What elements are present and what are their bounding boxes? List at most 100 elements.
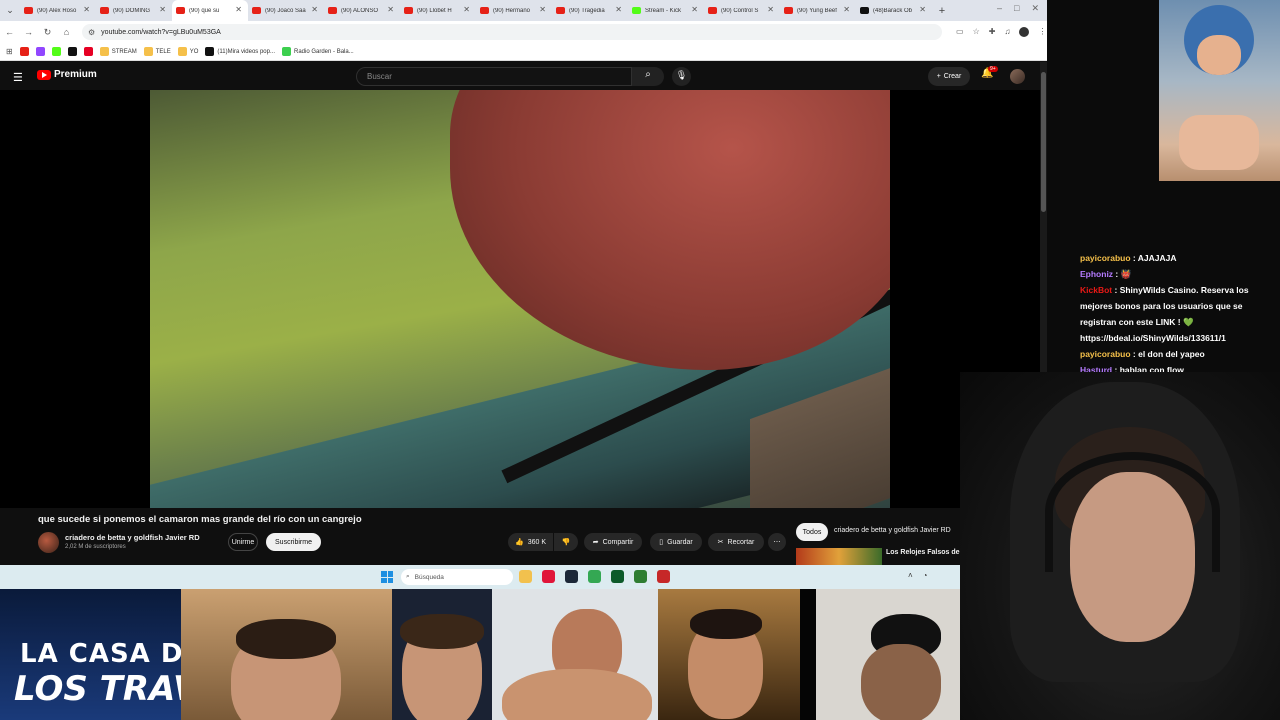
browser-tab[interactable]: (90) ALONSO ✕ bbox=[324, 0, 400, 21]
profile-icon[interactable] bbox=[1019, 27, 1030, 37]
bookmark-item[interactable] bbox=[35, 47, 45, 56]
browser-tab[interactable]: (90) Joaco Saa ✕ bbox=[248, 0, 324, 21]
opera-icon[interactable] bbox=[542, 570, 555, 583]
video-player[interactable] bbox=[0, 90, 1040, 508]
app-red-icon[interactable] bbox=[657, 570, 670, 583]
close-tab-icon[interactable]: ✕ bbox=[235, 5, 242, 14]
close-tab-icon[interactable]: ✕ bbox=[83, 5, 90, 14]
browser-tab[interactable]: (90) DOMING ✕ bbox=[96, 0, 172, 21]
chat-username[interactable]: KickBot bbox=[1080, 285, 1112, 295]
close-tab-icon[interactable]: ✕ bbox=[919, 5, 926, 14]
folder-icon bbox=[99, 47, 109, 56]
youtube-logo[interactable]: Premium bbox=[37, 69, 97, 80]
clip-button[interactable]: ✂ Recortar bbox=[708, 533, 764, 551]
more-actions-icon[interactable]: ⋯ bbox=[768, 533, 786, 551]
system-tray: ˄ ◔ bbox=[908, 571, 928, 580]
channel-avatar[interactable] bbox=[38, 532, 59, 553]
bookmark-item[interactable] bbox=[83, 47, 93, 56]
bookmark-item[interactable]: YO bbox=[177, 47, 198, 56]
file-explorer-icon[interactable] bbox=[519, 570, 532, 583]
reload-icon[interactable]: ↻ bbox=[38, 27, 57, 38]
browser-tab[interactable]: (48)Barack Ob ✕ bbox=[856, 0, 932, 21]
browser-tab[interactable]: (90) Alex Roso ✕ bbox=[20, 0, 96, 21]
close-tab-icon[interactable]: ✕ bbox=[615, 5, 622, 14]
close-window-icon[interactable]: ✕ bbox=[1031, 3, 1039, 14]
bookmark-item[interactable]: TELE bbox=[143, 47, 171, 56]
close-tab-icon[interactable]: ✕ bbox=[387, 5, 394, 14]
channel-name[interactable]: criadero de betta y goldfish Javier RD bbox=[65, 533, 200, 542]
browser-tab[interactable]: (90) Yung Beef ✕ bbox=[780, 0, 856, 21]
close-tab-icon[interactable]: ✕ bbox=[691, 5, 698, 14]
browser-tab[interactable]: (90) Llobet H ✕ bbox=[400, 0, 476, 21]
browser-tab[interactable]: (90) Hermano ✕ bbox=[476, 0, 552, 21]
close-tab-icon[interactable]: ✕ bbox=[463, 5, 470, 14]
bookmark-item[interactable] bbox=[67, 47, 77, 56]
forward-icon[interactable]: → bbox=[19, 27, 38, 37]
back-icon[interactable]: ← bbox=[0, 27, 19, 37]
tray-app-icon[interactable]: ◔ bbox=[923, 571, 928, 580]
bookmark-item[interactable] bbox=[51, 47, 61, 56]
scrollbar-thumb[interactable] bbox=[1041, 72, 1046, 212]
cast-icon[interactable]: ▭ bbox=[956, 27, 964, 37]
chat-username[interactable]: payicorabuo bbox=[1080, 349, 1131, 359]
new-tab-button[interactable]: + bbox=[932, 5, 952, 17]
youtube-icon bbox=[480, 7, 489, 14]
bookmark-item[interactable]: STREAM bbox=[99, 47, 137, 56]
chat-text: 👹 bbox=[1120, 269, 1132, 279]
bookmark-item[interactable]: (11)Mira videos pop... bbox=[205, 47, 275, 56]
browser-tab[interactable]: (90) Control S ✕ bbox=[704, 0, 780, 21]
site-info-icon[interactable]: ⚙ bbox=[88, 28, 95, 37]
url-field[interactable]: ⚙ youtube.com/watch?v=gLBu0uM53GA bbox=[82, 24, 942, 40]
minimize-icon[interactable]: – bbox=[997, 3, 1002, 14]
chip-all[interactable]: Todos bbox=[796, 523, 828, 541]
dislike-button[interactable]: 👎 bbox=[554, 533, 578, 551]
bookmark-item[interactable]: Radio Garden - Bala... bbox=[282, 47, 354, 56]
tray-expand-icon[interactable]: ˄ bbox=[908, 571, 913, 580]
chip-channel[interactable]: criadero de betta y goldfish Javier RD bbox=[834, 527, 951, 534]
browser-menu-icon[interactable]: ⋮ bbox=[1038, 27, 1046, 37]
extensions-icon[interactable]: ✚ bbox=[989, 27, 996, 37]
maximize-icon[interactable]: □ bbox=[1014, 3, 1019, 14]
account-avatar[interactable] bbox=[1010, 69, 1025, 84]
windows-start-icon[interactable] bbox=[381, 571, 393, 583]
media-icon[interactable]: ♫ bbox=[1004, 27, 1010, 37]
close-tab-icon[interactable]: ✕ bbox=[843, 5, 850, 14]
browser-tab[interactable]: (90) Tragedia ✕ bbox=[552, 0, 628, 21]
taskbar-search-input[interactable]: ⌕ Búsqueda bbox=[401, 569, 513, 585]
share-button[interactable]: ➦ Compartir bbox=[584, 533, 642, 551]
search-input[interactable]: Buscar bbox=[356, 67, 632, 86]
close-tab-icon[interactable]: ✕ bbox=[311, 5, 318, 14]
app-icon[interactable] bbox=[634, 570, 647, 583]
tab-title: (48)Barack Ob bbox=[873, 7, 913, 14]
browser-tab[interactable]: (90) que su ✕ bbox=[172, 0, 248, 21]
close-tab-icon[interactable]: ✕ bbox=[767, 5, 774, 14]
like-button[interactable]: 👍 360 K bbox=[508, 533, 553, 551]
hamburger-menu-icon[interactable]: ☰ bbox=[13, 71, 23, 84]
chat-username[interactable]: Ephoniz bbox=[1080, 269, 1113, 279]
bookmark-star-icon[interactable]: ☆ bbox=[973, 27, 980, 37]
close-tab-icon[interactable]: ✕ bbox=[539, 5, 546, 14]
youtube-icon bbox=[176, 7, 185, 14]
chrome-icon[interactable] bbox=[588, 570, 601, 583]
chat-username[interactable]: payicorabuo bbox=[1080, 253, 1131, 263]
tab-search-icon[interactable]: ⌄ bbox=[0, 0, 20, 21]
microphone-icon[interactable]: 🎙 bbox=[672, 67, 691, 86]
save-button[interactable]: ▯ Guardar bbox=[650, 533, 702, 551]
create-button[interactable]: + Crear bbox=[928, 67, 970, 86]
join-button[interactable]: Unirme bbox=[228, 533, 258, 551]
recommended-thumbnail[interactable] bbox=[796, 548, 882, 565]
scissors-icon: ✂ bbox=[717, 539, 724, 546]
terminal-icon[interactable] bbox=[611, 570, 624, 583]
clip-label: Recortar bbox=[727, 538, 755, 546]
youtube-icon bbox=[328, 7, 337, 14]
close-tab-icon[interactable]: ✕ bbox=[159, 5, 166, 14]
folder-icon bbox=[143, 47, 153, 56]
home-icon[interactable]: ⌂ bbox=[57, 27, 76, 37]
steam-icon[interactable] bbox=[565, 570, 578, 583]
bookmark-item[interactable] bbox=[19, 47, 29, 56]
search-icon[interactable]: ⌕ bbox=[632, 67, 664, 86]
browser-tab[interactable]: Stream - Kick ✕ bbox=[628, 0, 704, 21]
recommended-title[interactable]: Los Relojes Falsos de $ bbox=[886, 549, 965, 556]
apps-grid-icon[interactable]: ⊞ bbox=[6, 47, 13, 56]
subscribe-button[interactable]: Suscribirme bbox=[266, 533, 321, 551]
